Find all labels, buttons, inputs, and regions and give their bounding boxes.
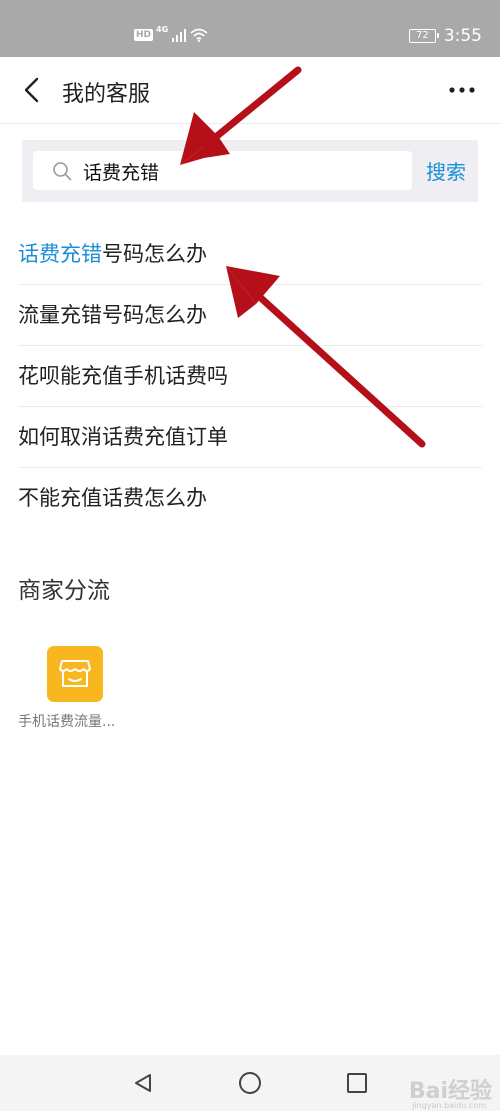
suggestion-text: 不能充值话费怎么办 bbox=[18, 486, 207, 510]
merchant-item[interactable]: 手机话费流量... bbox=[18, 646, 138, 731]
triangle-back-icon bbox=[135, 1074, 152, 1092]
wifi-icon bbox=[190, 28, 208, 42]
nav-recents-button[interactable] bbox=[340, 1066, 374, 1100]
suggestion-text: 号码怎么办 bbox=[102, 242, 207, 266]
page: HD 4G 72 3:55 我的客服 话费充错 搜索 话费充错号码怎么办 流量充… bbox=[0, 0, 500, 1111]
shop-icon bbox=[47, 646, 103, 702]
watermark-url: jingyan.baidu.com bbox=[412, 1101, 486, 1110]
battery-level: 72 bbox=[415, 30, 429, 41]
search-icon bbox=[53, 162, 72, 181]
more-button[interactable] bbox=[442, 75, 482, 105]
page-title: 我的客服 bbox=[62, 82, 151, 107]
search-query: 话费充错 bbox=[83, 162, 160, 184]
suggestion-text: 花呗能充值手机话费吗 bbox=[18, 364, 228, 388]
merchant-section-title: 商家分流 bbox=[18, 578, 110, 604]
nav-back-button[interactable] bbox=[126, 1066, 160, 1100]
nav-home-button[interactable] bbox=[233, 1066, 267, 1100]
network-type: 4G bbox=[156, 24, 169, 34]
header: 我的客服 bbox=[0, 57, 500, 124]
suggestion-text: 如何取消话费充值订单 bbox=[18, 425, 228, 449]
suggestion-item[interactable]: 不能充值话费怎么办 bbox=[18, 468, 482, 529]
suggestion-highlight: 话费充错 bbox=[18, 242, 102, 266]
search-button[interactable]: 搜索 bbox=[426, 156, 466, 185]
battery-icon: 72 bbox=[408, 29, 439, 43]
status-indicators: HD 4G bbox=[134, 24, 208, 46]
status-bar: HD 4G 72 3:55 bbox=[0, 0, 500, 57]
search-input[interactable]: 话费充错 bbox=[33, 151, 412, 190]
suggestion-item[interactable]: 如何取消话费充值订单 bbox=[18, 407, 482, 468]
more-icon bbox=[449, 87, 475, 93]
hd-badge: HD bbox=[134, 29, 154, 41]
suggestion-text: 流量充错号码怎么办 bbox=[18, 303, 207, 327]
suggestion-item[interactable]: 花呗能充值手机话费吗 bbox=[18, 346, 482, 407]
signal-icon bbox=[172, 29, 187, 42]
suggestion-item[interactable]: 话费充错号码怎么办 bbox=[18, 224, 482, 285]
status-right: 72 3:55 bbox=[408, 26, 482, 46]
back-button[interactable] bbox=[14, 73, 48, 107]
search-bar: 话费充错 搜索 bbox=[22, 140, 478, 202]
merchant-label: 手机话费流量... bbox=[18, 714, 116, 730]
square-recents-icon bbox=[346, 1073, 367, 1093]
circle-home-icon bbox=[238, 1072, 261, 1094]
suggestion-list: 话费充错号码怎么办 流量充错号码怎么办 花呗能充值手机话费吗 如何取消话费充值订… bbox=[18, 224, 482, 529]
suggestion-item[interactable]: 流量充错号码怎么办 bbox=[18, 285, 482, 346]
chevron-left-icon bbox=[24, 77, 39, 103]
clock: 3:55 bbox=[443, 26, 482, 46]
